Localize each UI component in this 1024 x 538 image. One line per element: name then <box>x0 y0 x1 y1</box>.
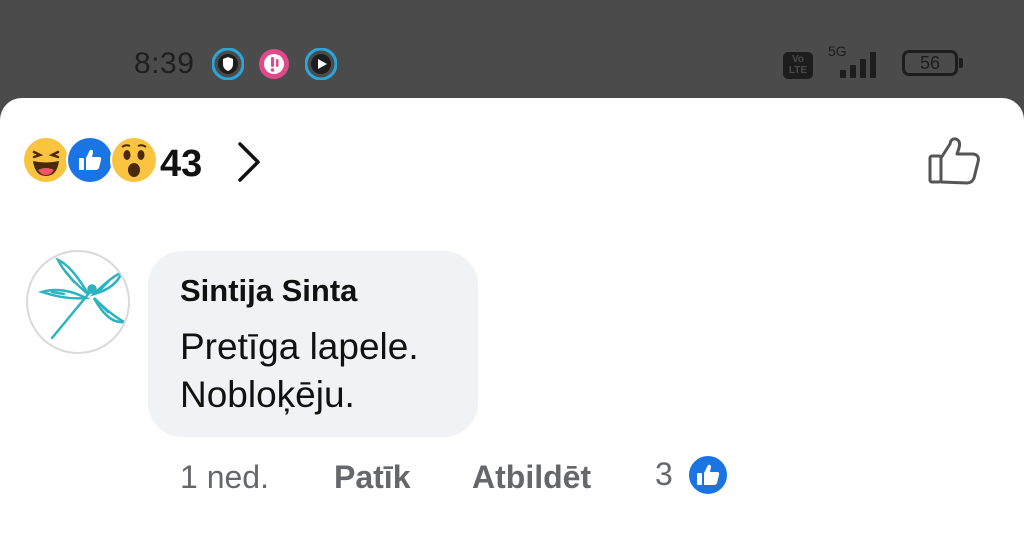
video-app-icon <box>305 48 337 80</box>
like-comment-button[interactable]: Patīk <box>334 458 410 496</box>
comment-bubble[interactable]: Sintija Sinta Pretīga lapele. Nobloķēju. <box>148 251 478 437</box>
like-reaction-icon <box>66 136 114 184</box>
thumbs-up-outline-icon[interactable] <box>926 134 984 188</box>
chevron-right-icon[interactable] <box>234 138 264 186</box>
wow-reaction-icon <box>110 136 158 184</box>
status-bar: 8:39 Vo LTE 5G 56 <box>0 0 1024 100</box>
haha-reaction-icon <box>22 136 70 184</box>
comment-time: 1 ned. <box>180 459 269 495</box>
comment-author[interactable]: Sintija Sinta <box>180 273 357 309</box>
comment-text: Pretīga lapele. Nobloķēju. <box>180 326 419 415</box>
commenter-avatar[interactable] <box>26 250 130 354</box>
dragonfly-icon <box>37 257 128 340</box>
reaction-count[interactable]: 43 <box>160 142 202 186</box>
like-badge-icon[interactable] <box>686 453 730 497</box>
reactions-comments-sheet: 43 Sintija Sinta Pretīga lapele. Nobloķē… <box>0 98 1024 538</box>
notification-app-icon <box>258 48 290 80</box>
shield-app-icon <box>212 48 244 80</box>
status-time: 8:39 <box>134 47 195 80</box>
reply-button[interactable]: Atbildēt <box>472 458 591 496</box>
signal-strength-icon <box>840 52 876 78</box>
comment-like-count[interactable]: 3 <box>655 455 673 493</box>
battery-indicator: 56 <box>902 50 963 76</box>
volte-indicator: Vo LTE <box>783 52 813 79</box>
